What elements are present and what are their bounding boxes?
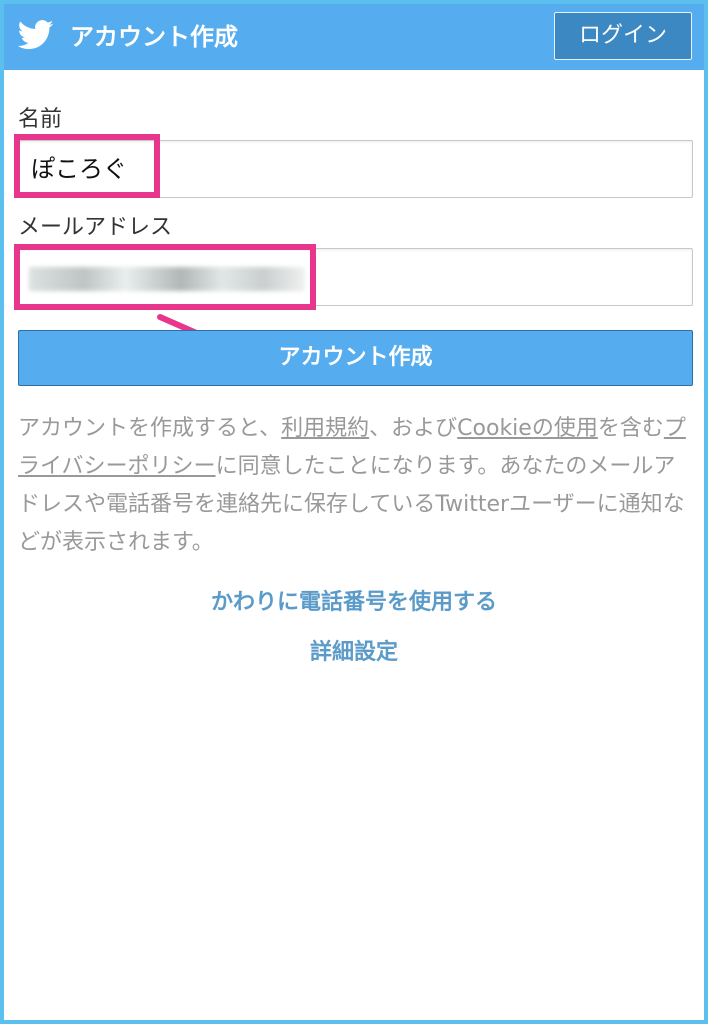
twitter-bird-icon [18,20,54,50]
email-field[interactable] [18,248,693,306]
terms-part1: アカウントを作成すると、 [18,416,282,441]
email-label: メールアドレス [18,215,173,240]
page-title: アカウント作成 [70,23,238,51]
terms-part2: 、および [369,416,458,441]
email-value-redacted [29,267,305,291]
terms-text: アカウントを作成すると、利用規約、およびCookieの使用を含むプライバシーポリ… [18,410,694,562]
name-field[interactable]: ぽころぐ [18,140,693,198]
header-bar: アカウント作成 ログイン [4,4,704,70]
page-frame: アカウント作成 ログイン 名前 ぽころぐ メールアドレス アカウント作成 アカウ… [0,0,708,1024]
create-account-button[interactable]: アカウント作成 [18,330,693,386]
login-button[interactable]: ログイン [554,12,692,60]
terms-part3: を含む [597,416,664,441]
terms-of-service-link[interactable]: 利用規約 [281,416,369,441]
advanced-settings-link[interactable]: 詳細設定 [4,638,704,668]
name-value: ぽころぐ [31,155,127,183]
name-label: 名前 [18,107,63,132]
cookie-policy-link[interactable]: Cookieの使用 [457,416,598,441]
use-phone-link[interactable]: かわりに電話番号を使用する [4,588,704,618]
